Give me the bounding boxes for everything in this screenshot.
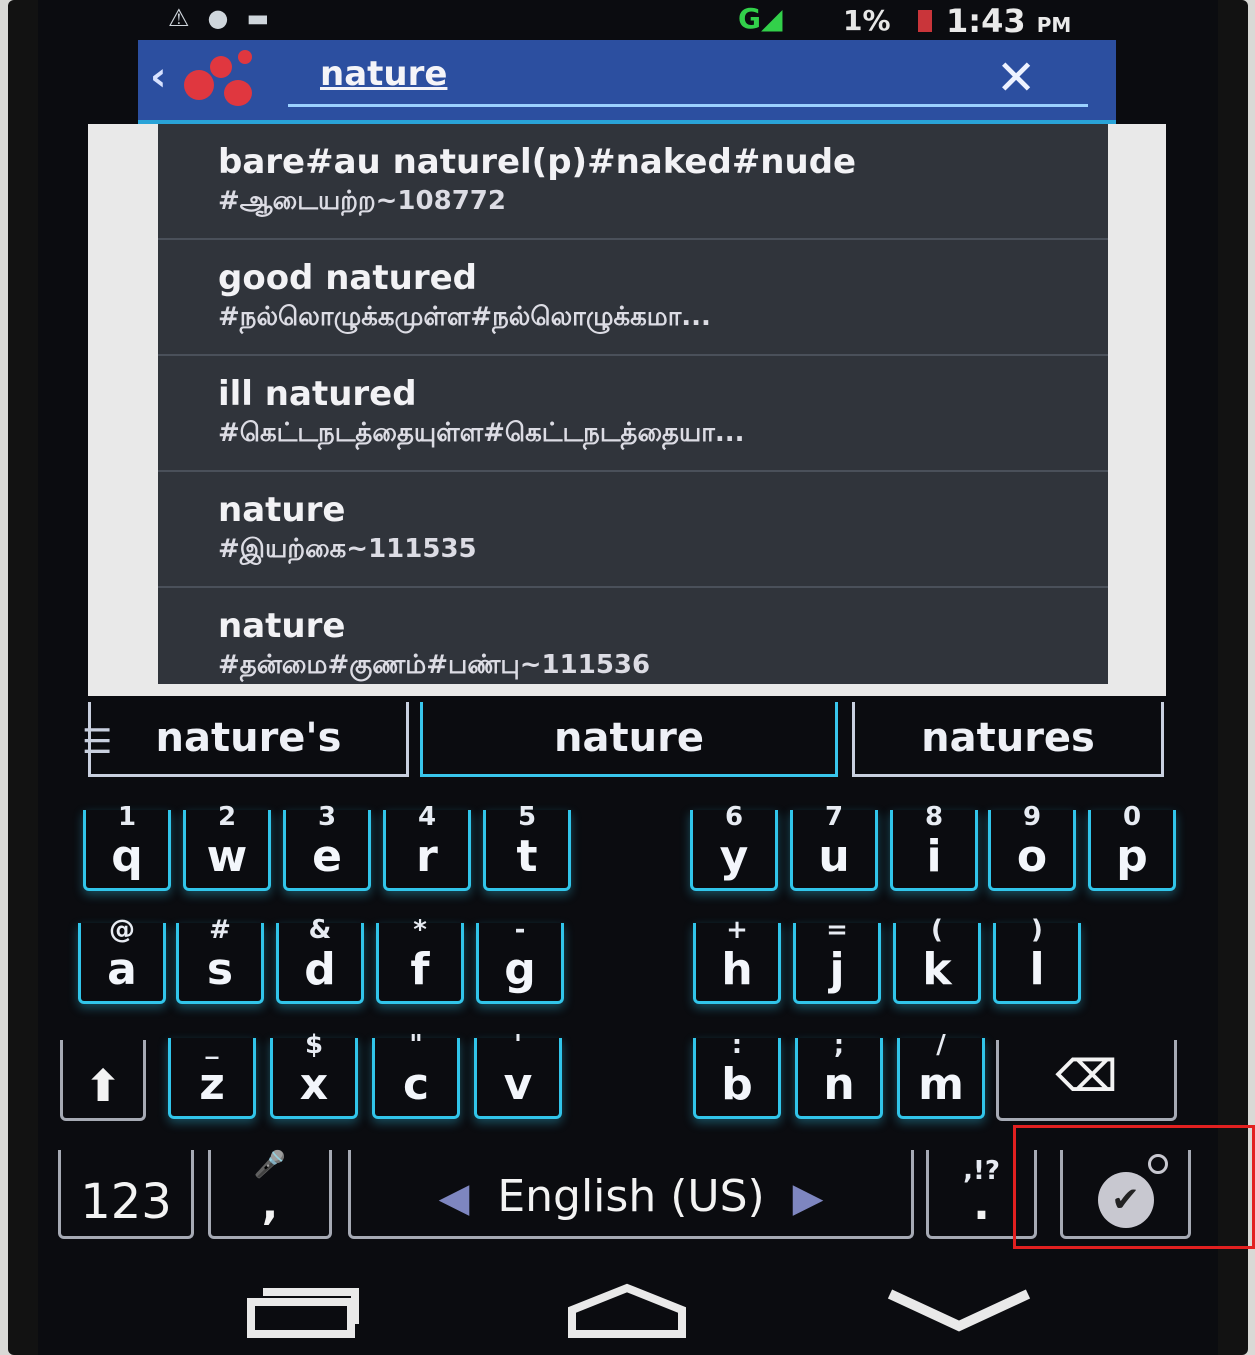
space-key[interactable]: ◀ English (US) ▶ xyxy=(348,1150,914,1239)
suggestion-left[interactable]: nature's xyxy=(88,702,409,777)
language-next-icon: ▶ xyxy=(792,1175,824,1221)
key-h[interactable]: + h xyxy=(693,915,781,1004)
key-t[interactable]: 5t xyxy=(483,802,571,891)
key-b[interactable]: :b xyxy=(693,1030,781,1119)
key-v[interactable]: ' v xyxy=(474,1030,562,1119)
shift-key[interactable]: ⬆ xyxy=(60,1040,146,1121)
space-label: English (US) xyxy=(497,1171,765,1222)
key-z[interactable]: _ z xyxy=(168,1030,256,1119)
list-item[interactable]: nature #இயற்கை~111535 xyxy=(158,472,1108,588)
clear-search-icon[interactable]: ✕ xyxy=(996,50,1036,106)
language-prev-icon: ◀ xyxy=(438,1175,470,1221)
key-x[interactable]: $ x xyxy=(270,1030,358,1119)
key-f[interactable]: * f xyxy=(376,915,464,1004)
recent-apps-icon[interactable] xyxy=(243,1280,363,1340)
key-r[interactable]: 4r xyxy=(383,802,471,891)
suggestion-list: bare#au naturel(p)#naked#nude #ஆடையற்ற~1… xyxy=(158,124,1108,684)
network-indicator: G◢ xyxy=(738,2,783,35)
home-icon[interactable] xyxy=(564,1280,690,1340)
numbers-key[interactable]: 123 xyxy=(58,1150,194,1239)
key-i[interactable]: 8i xyxy=(890,802,978,891)
action-bar: ‹ nature ✕ xyxy=(138,40,1116,124)
suggestion-dropdown: bare#au naturel(p)#naked#nude #ஆடையற்ற~1… xyxy=(88,124,1166,696)
status-bar: ⚠●▬ G◢ 1% 1:43 PM xyxy=(38,0,1218,40)
search-input[interactable]: nature xyxy=(320,54,447,94)
list-item[interactable]: bare#au naturel(p)#naked#nude #ஆடையற்ற~1… xyxy=(158,124,1108,240)
list-item[interactable]: ill natured #கெட்டநடத்தையுள்ள#கெட்டநடத்த… xyxy=(158,356,1108,472)
word-suggestion-strip: ☰ nature's nature natures xyxy=(78,702,1188,784)
app-logo xyxy=(184,50,258,110)
comma-key[interactable]: 🎤 , xyxy=(208,1150,332,1239)
microphone-icon: 🎤 xyxy=(253,1150,287,1180)
key-s[interactable]: # s xyxy=(176,915,264,1004)
notification-icons: ⚠●▬ xyxy=(168,4,288,32)
key-m[interactable]: / m xyxy=(897,1030,985,1119)
key-o[interactable]: 9o xyxy=(988,802,1076,891)
key-q[interactable]: 1q xyxy=(83,802,171,891)
suggestion-right[interactable]: natures xyxy=(852,702,1164,777)
key-g[interactable]: -g xyxy=(476,915,564,1004)
key-k[interactable]: (k xyxy=(893,915,981,1004)
hide-keyboard-icon[interactable] xyxy=(884,1280,1034,1340)
battery-percent: 1% xyxy=(843,4,891,37)
clock: 1:43 PM xyxy=(946,2,1072,40)
key-a[interactable]: @ a xyxy=(78,915,166,1004)
battery-icon xyxy=(918,10,932,32)
list-item[interactable]: nature #தன்மை#குணம்#பண்பு~111536 xyxy=(158,588,1108,684)
key-y[interactable]: 6y xyxy=(690,802,778,891)
backspace-icon: ⌫ xyxy=(1055,1051,1118,1102)
shift-icon: ⬆ xyxy=(84,1061,122,1112)
key-w[interactable]: 2w xyxy=(183,802,271,891)
suggestion-middle[interactable]: nature xyxy=(420,702,838,777)
back-icon[interactable]: ‹ xyxy=(150,54,166,100)
key-p[interactable]: 0p xyxy=(1088,802,1176,891)
key-j[interactable]: = j xyxy=(793,915,881,1004)
backspace-key[interactable]: ⌫ xyxy=(996,1040,1177,1121)
key-c[interactable]: " c xyxy=(372,1030,460,1119)
list-item[interactable]: good natured #நல்லொழுக்கமுள்ள#நல்லொழுக்க… xyxy=(158,240,1108,356)
key-u[interactable]: 7u xyxy=(790,802,878,891)
key-l[interactable]: ) l xyxy=(993,915,1081,1004)
navigation-bar xyxy=(38,1260,1218,1355)
highlight-box xyxy=(1013,1125,1255,1249)
search-underline xyxy=(288,104,1088,107)
key-n[interactable]: ; n xyxy=(795,1030,883,1119)
key-d[interactable]: & d xyxy=(276,915,364,1004)
key-e[interactable]: 3e xyxy=(283,802,371,891)
